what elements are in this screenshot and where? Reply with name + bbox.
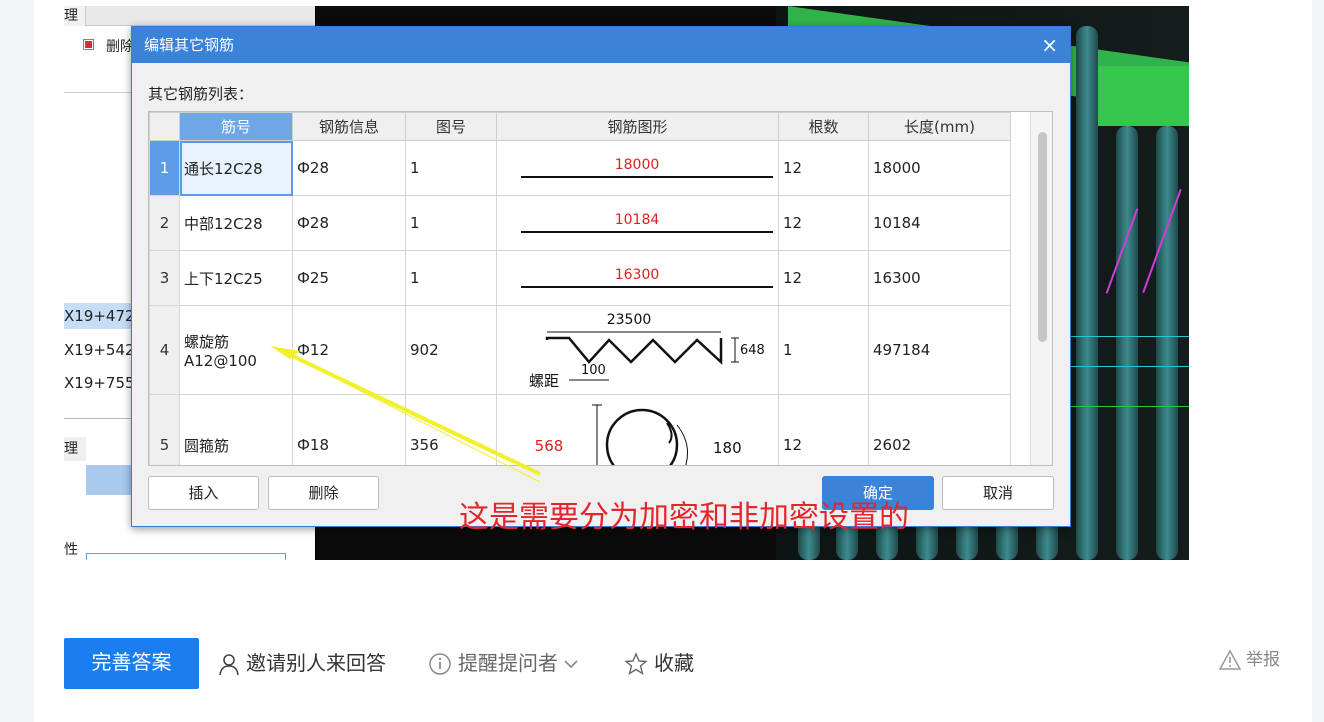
user-icon <box>219 654 239 676</box>
arrow-annotation <box>270 346 541 483</box>
invite-answer-link[interactable]: 邀请别人来回答 <box>218 648 386 680</box>
remind-asker-link[interactable]: 提醒提问者 <box>428 648 578 680</box>
star-icon <box>624 652 648 676</box>
annotation-text: 这是需要分为加密和非加密设置的 <box>459 500 909 535</box>
warning-icon <box>1218 649 1242 670</box>
remind-label: 提醒提问者 <box>458 653 558 675</box>
report-link[interactable]: 举报 <box>1218 646 1280 674</box>
complete-answer-button[interactable]: 完善答案 <box>64 638 199 689</box>
chevron-down-icon <box>564 660 578 669</box>
favorite-label: 收藏 <box>654 653 694 675</box>
invite-label: 邀请别人来回答 <box>246 653 386 675</box>
answer-screenshot: 理 ▣ 删除 X19+472 X19+542 X19+755 理 性 编辑其它钢… <box>64 6 1189 560</box>
report-label: 举报 <box>1246 650 1280 670</box>
favorite-link[interactable]: 收藏 <box>624 648 694 680</box>
info-icon <box>429 653 451 675</box>
